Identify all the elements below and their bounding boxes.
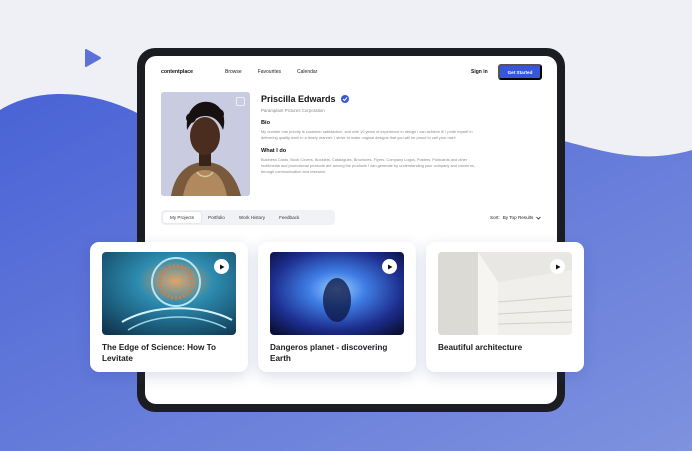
- tab-work-history[interactable]: Work History: [232, 212, 272, 223]
- logo[interactable]: contentplace: [161, 69, 193, 75]
- decorative-play-icon: [85, 49, 101, 67]
- tab-my-projects[interactable]: My Projects: [163, 212, 201, 223]
- play-icon: [219, 264, 224, 269]
- profile-info: Priscilla Edwards Paramplant Pictures Co…: [261, 94, 481, 175]
- what-i-do-heading: What I do: [261, 148, 287, 154]
- nav-link-favourites[interactable]: Favourites: [258, 69, 281, 75]
- nav-link-calendar[interactable]: Calendar: [297, 69, 317, 75]
- play-button[interactable]: [382, 259, 397, 274]
- sign-in-link[interactable]: Sign in: [471, 69, 488, 75]
- play-button[interactable]: [214, 259, 229, 274]
- profile-name: Priscilla Edwards: [261, 94, 336, 104]
- project-thumbnail: [438, 252, 572, 335]
- sort-value: By Top Results: [502, 215, 534, 220]
- what-i-do-text: Business Cards, Book Covers, Booklets, C…: [261, 157, 475, 174]
- avatar-select-checkbox[interactable]: [236, 97, 245, 106]
- project-title: Beautiful architecture: [438, 343, 523, 352]
- nav-link-browse[interactable]: Browse: [225, 69, 242, 75]
- project-title: Dangeros planet - discovering Earth: [270, 343, 388, 363]
- nav-links: Browse Favourites Calendar: [225, 69, 317, 75]
- project-title: The Edge of Science: How To Levitate: [102, 343, 217, 363]
- play-button[interactable]: [550, 259, 565, 274]
- project-thumbnail: [270, 252, 404, 335]
- verified-badge-icon: [340, 95, 349, 103]
- top-nav: contentplace Browse Favourites Calendar …: [145, 56, 557, 90]
- bio-heading: Bio: [261, 120, 271, 126]
- sort-label: Sort:: [490, 215, 500, 220]
- tab-feedback[interactable]: Feedback: [272, 212, 306, 223]
- profile-tabs: My Projects Portfolio Work History Feedb…: [161, 210, 335, 225]
- get-started-button[interactable]: Get Started: [498, 64, 542, 80]
- bio-text: My number one priority is customer satis…: [261, 129, 473, 140]
- profile-avatar: [161, 92, 250, 196]
- project-thumbnail: [102, 252, 236, 335]
- project-card[interactable]: Dangeros planet - discovering Earth: [258, 242, 416, 372]
- sort-dropdown[interactable]: Sort: By Top Results: [490, 215, 542, 220]
- project-card[interactable]: Beautiful architecture: [426, 242, 584, 372]
- play-icon: [555, 264, 560, 269]
- play-icon: [387, 264, 392, 269]
- project-card[interactable]: The Edge of Science: How To Levitate: [90, 242, 248, 372]
- profile-company: Paramplant Pictures Corporation: [261, 108, 325, 113]
- chevron-down-icon: [536, 216, 542, 220]
- name-row: Priscilla Edwards: [261, 94, 481, 104]
- avatar-image: [161, 92, 250, 196]
- tab-portfolio[interactable]: Portfolio: [201, 212, 232, 223]
